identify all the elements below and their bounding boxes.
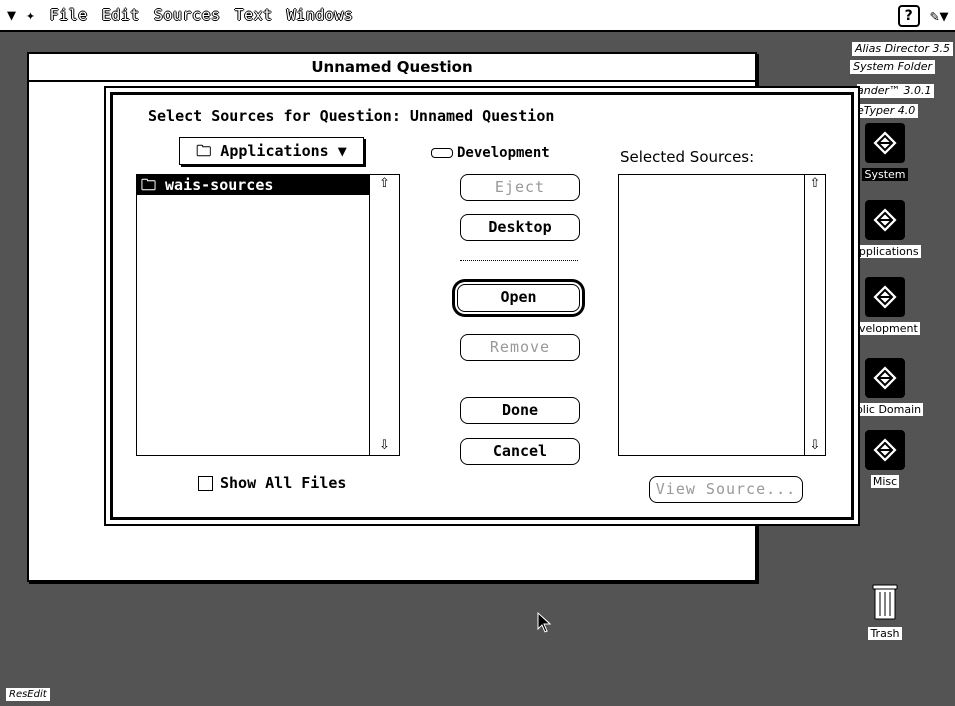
open-button[interactable]: Open [457,284,580,312]
show-all-files-checkbox[interactable]: Show All Files [198,474,346,492]
scroll-up-arrow-icon[interactable]: ⇧ [805,175,825,193]
folder-popup-label: Applications ▼ [220,142,347,160]
file-list-scrollbar[interactable]: ⇧ ⇩ [369,175,399,455]
volume-label: System [862,168,908,181]
disk-icon [865,123,905,163]
disk-icon [865,277,905,317]
trash[interactable]: Trash [840,582,930,641]
menu-windows[interactable]: Windows [280,6,361,24]
volume-label: Misc [870,475,900,488]
volume-name-label: Development [457,145,550,161]
button-divider [460,260,578,261]
menubar-right: ? ✎▼ [897,5,949,27]
desktop-button[interactable]: Desktop [460,214,580,241]
drive-icon [431,148,453,158]
remove-button[interactable]: Remove [460,334,580,361]
desktop-file-typer[interactable]: eTyper 4.0 [857,104,919,118]
menu-file[interactable]: File [43,6,95,24]
folder-popup[interactable]: 🗀 Applications ▼ [179,137,364,165]
menu-sources[interactable]: Sources [147,6,228,24]
scroll-down-arrow-icon[interactable]: ⇩ [370,437,399,455]
help-icon[interactable]: ? [897,5,920,27]
file-name: wais-sources [165,176,274,194]
disk-icon [865,358,905,398]
dialog-prompt: Select Sources for Question: Unnamed Que… [148,107,555,125]
trash-label: Trash [868,627,902,640]
desktop-file-system-folder[interactable]: System Folder [850,60,935,74]
selected-sources-list[interactable]: ⇧ ⇩ [618,174,826,456]
system-menu-icon[interactable]: ▼ ✦ [0,6,43,24]
selected-sources-scrollbar[interactable]: ⇧ ⇩ [804,175,825,455]
disk-icon [865,430,905,470]
trash-icon [872,584,898,620]
view-source-button[interactable]: View Source... [649,476,803,503]
file-list-item[interactable]: 🗀 wais-sources [137,175,369,195]
done-button[interactable]: Done [460,397,580,424]
scroll-down-arrow-icon[interactable]: ⇩ [805,437,825,455]
show-all-files-label: Show All Files [220,474,347,492]
volume-name: Development [431,145,550,161]
disk-icon [865,200,905,240]
mouse-pointer-icon [537,612,552,633]
file-list[interactable]: 🗀 wais-sources ⇧ ⇩ [136,174,400,456]
application-menu-icon[interactable]: ✎▼ [930,7,949,25]
cancel-button[interactable]: Cancel [460,438,580,465]
desktop-file-commander[interactable]: ander™ 3.0.1 [857,84,935,98]
desktop-file-alias-director[interactable]: Alias Director 3.5 [851,42,953,56]
select-sources-dialog: Select Sources for Question: Unnamed Que… [104,86,860,526]
selected-sources-title: Selected Sources: [620,148,755,166]
menu-bar: ▼ ✦ File Edit Sources Text Windows ? ✎▼ [0,0,955,32]
menu-edit[interactable]: Edit [95,6,147,24]
menu-text[interactable]: Text [228,6,280,24]
scroll-up-arrow-icon[interactable]: ⇧ [370,175,399,193]
window-title[interactable]: Unnamed Question [29,54,755,82]
folder-icon: 🗀 [196,142,221,160]
volume-label: evelopment [850,322,920,335]
folder-icon: 🗀 [141,176,166,194]
eject-button[interactable]: Eject [460,174,580,201]
checkbox-box[interactable] [198,475,213,491]
volume-label: Applications [849,245,921,258]
resedit-label: ResEdit [6,688,50,701]
